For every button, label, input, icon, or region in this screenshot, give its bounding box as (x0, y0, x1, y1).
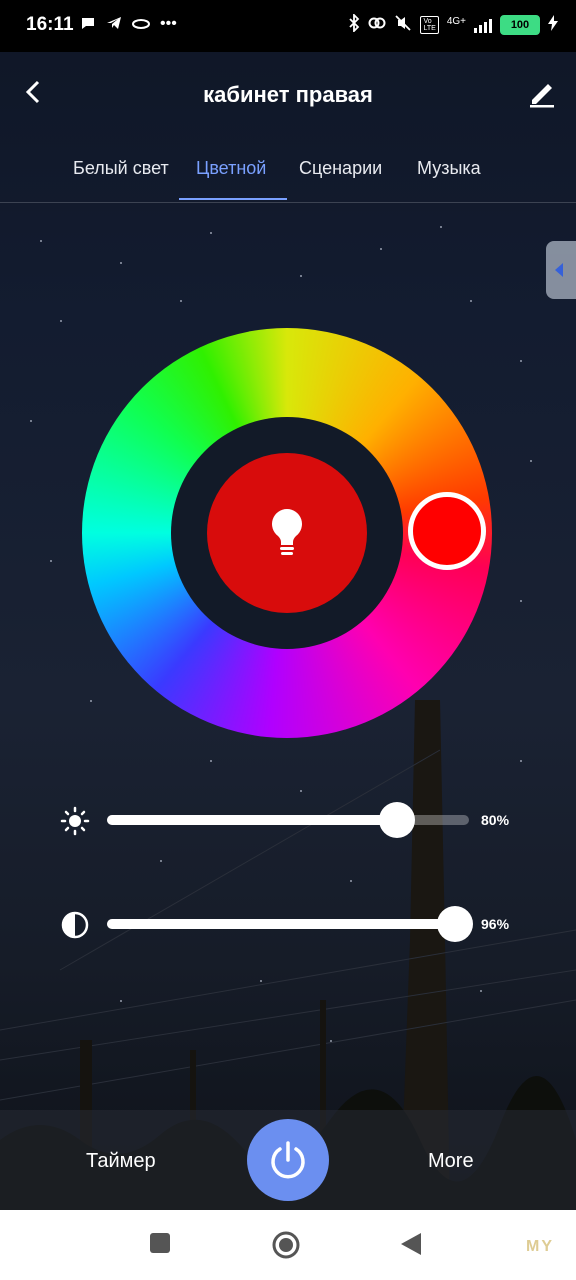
active-tab-indicator (179, 198, 287, 200)
status-time: 16:11 (26, 14, 74, 35)
power-icon (271, 1141, 305, 1179)
watermark: MY (526, 1238, 554, 1255)
brightness-slider-row: 80% (60, 800, 530, 840)
brightness-value: 80% (481, 812, 510, 828)
volte-icon: Vo LTE (420, 16, 439, 34)
color-wheel-knob[interactable] (408, 492, 486, 570)
contrast-icon (60, 910, 90, 940)
saturation-slider[interactable] (107, 906, 473, 942)
brightness-slider-fill (107, 815, 397, 825)
link-icon (368, 15, 386, 35)
telegram-icon (106, 15, 122, 36)
bluetooth-icon (348, 12, 360, 36)
triangle-back-icon (401, 1233, 421, 1255)
circle-icon (272, 1231, 300, 1259)
saturation-slider-row: 96% (60, 904, 530, 944)
mode-tabs: Белый свет Цветной Сценарии Музыка (0, 140, 576, 203)
brightness-slider-thumb[interactable] (378, 802, 415, 838)
notification-icons: ••• (80, 15, 177, 36)
square-icon (150, 1233, 170, 1253)
charging-icon (548, 15, 558, 35)
more-button[interactable]: More (428, 1150, 474, 1173)
side-panel-handle[interactable] (546, 241, 576, 299)
light-bulb-icon (272, 509, 302, 555)
status-bar: 16:11 ••• Vo LTE 4G+ 100 (0, 0, 576, 52)
system-icons: Vo LTE 4G+ 100 (348, 12, 558, 36)
recents-button[interactable] (149, 1232, 171, 1259)
tab-color[interactable]: Цветной (196, 158, 266, 179)
battery-icon: 100 (500, 15, 540, 35)
system-back-button[interactable] (400, 1232, 422, 1261)
home-button[interactable] (271, 1230, 301, 1265)
chat-icon (80, 15, 96, 36)
saturation-slider-fill (107, 919, 455, 929)
timer-button[interactable]: Таймер (86, 1150, 156, 1173)
saturation-value: 96% (481, 916, 510, 932)
power-button[interactable] (247, 1119, 329, 1201)
current-color-swatch (207, 453, 367, 613)
tab-white-light[interactable]: Белый свет (73, 158, 169, 179)
system-navigation-bar: MY (0, 1210, 576, 1280)
page-title: кабинет правая (203, 82, 373, 107)
volte-top-label: Vo (423, 18, 432, 25)
header: кабинет правая (0, 52, 576, 132)
volte-bottom-label: LTE (423, 25, 436, 32)
color-picker (82, 328, 494, 740)
sun-icon (60, 806, 90, 836)
edit-button[interactable] (526, 76, 558, 108)
tab-music[interactable]: Музыка (417, 158, 481, 179)
signal-icon (474, 17, 492, 33)
network-label: 4G+ (446, 15, 466, 27)
brightness-slider[interactable] (107, 802, 469, 838)
cloud-icon (132, 15, 150, 36)
tab-scenes[interactable]: Сценарии (299, 158, 382, 179)
more-notifications-icon: ••• (160, 15, 177, 32)
pencil-icon (530, 84, 554, 108)
saturation-slider-thumb[interactable] (436, 906, 473, 942)
mute-icon (394, 14, 412, 36)
